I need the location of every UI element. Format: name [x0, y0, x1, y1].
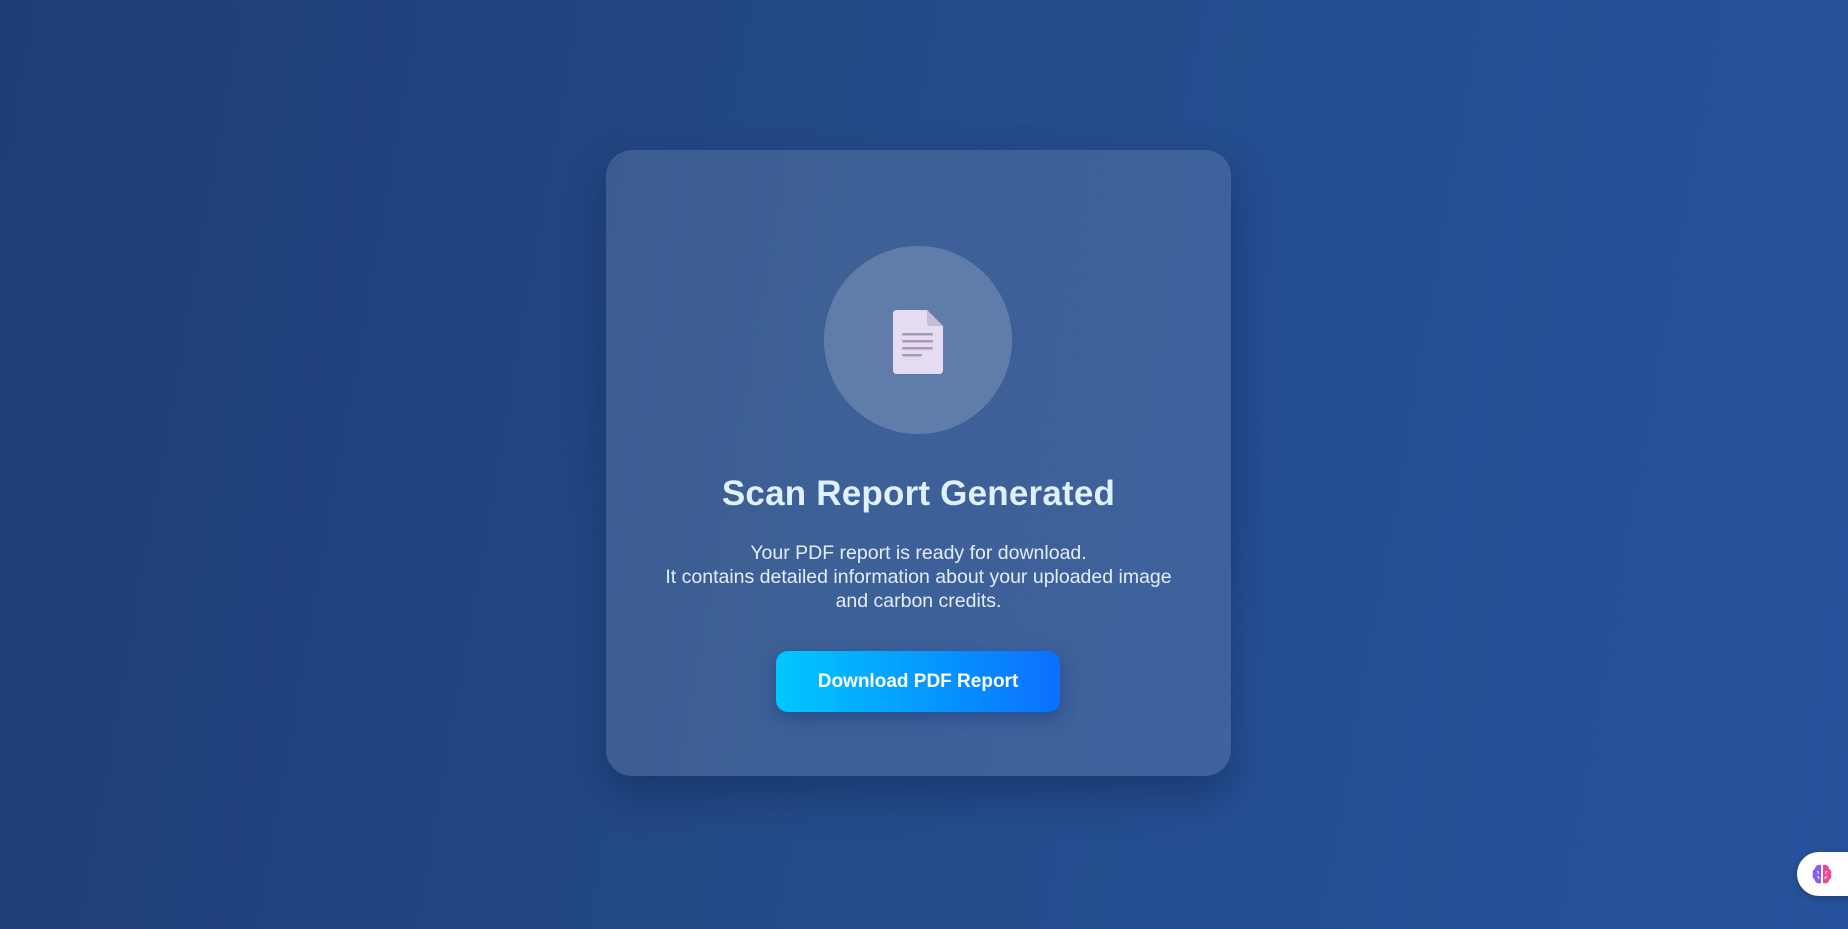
document-icon-circle [824, 246, 1012, 434]
report-card: Scan Report Generated Your PDF report is… [606, 150, 1231, 776]
assistant-widget-button[interactable] [1797, 852, 1848, 896]
download-pdf-button[interactable]: Download PDF Report [776, 651, 1060, 712]
report-description: Your PDF report is ready for download. I… [636, 541, 1201, 613]
description-line: and carbon credits. [835, 590, 1002, 612]
page-title: Scan Report Generated [721, 474, 1116, 513]
document-icon [893, 310, 943, 374]
description-line: It contains detailed information about y… [665, 566, 1172, 588]
description-line: Your PDF report is ready for download. [750, 542, 1087, 564]
brain-icon [1812, 864, 1832, 884]
